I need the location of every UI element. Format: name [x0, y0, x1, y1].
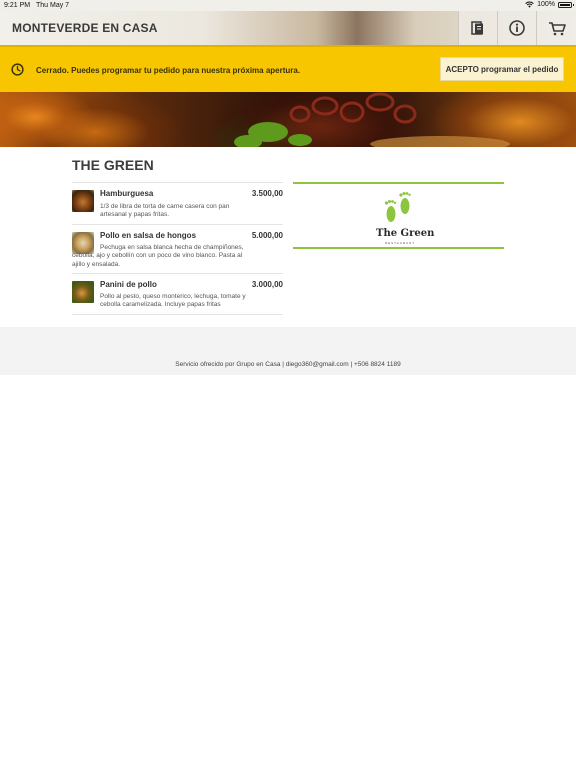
info-icon [509, 20, 525, 36]
app-title: MONTEVERDE EN CASA [12, 21, 158, 35]
menu-item-panini-pollo[interactable]: Panini de pollo 3.000,00 Pollo al pesto,… [72, 274, 283, 315]
footer-text: Servicio ofrecido por Grupo en Casa | di… [175, 361, 401, 368]
status-date: Thu May 7 [36, 2, 70, 9]
battery-percent: 100% [537, 1, 555, 8]
logo-text: The Green [376, 228, 435, 239]
menu-item-thumbnail [72, 281, 94, 303]
menu-item-pollo-hongos[interactable]: Pollo en salsa de hongos 5.000,00 Pechug… [72, 225, 283, 274]
battery-icon [558, 1, 574, 8]
restaurant-title: THE GREEN [72, 157, 154, 173]
closed-notice-bar: Cerrado. Puedes programar tu pedido para… [0, 45, 576, 92]
cart-button[interactable] [536, 11, 576, 45]
status-time: 9:21 PM [4, 2, 31, 9]
restaurant-logo-card: The Green RESTAURANT [293, 182, 504, 249]
menu-item-description: Pechuga en salsa blanca hecha de champiñ… [72, 244, 244, 268]
cart-icon [548, 21, 566, 35]
menu-item-name: Hamburguesa [100, 189, 154, 198]
wifi-icon [525, 1, 534, 8]
menu-item-price: 3.500,00 [251, 189, 283, 198]
logo-subtext: RESTAURANT [385, 241, 416, 245]
menu-book-icon [471, 20, 483, 35]
menu-item-description: Pollo al pesto, queso monterico, lechuga… [100, 293, 246, 309]
menu-list: Hamburguesa 3.500,00 1/3 de libra de tor… [72, 182, 283, 315]
menu-item-description: 1/3 de libra de torta de carne casera co… [100, 203, 230, 219]
menu-item-price: 5.000,00 [251, 231, 283, 240]
menu-item-name: Pollo en salsa de hongos [100, 231, 197, 240]
menu-item-price: 3.000,00 [251, 280, 283, 289]
page-footer: Servicio ofrecido por Grupo en Casa | di… [0, 327, 576, 375]
menu-item-hamburguesa[interactable]: Hamburguesa 3.500,00 1/3 de libra de tor… [72, 183, 283, 225]
status-right: 100% [525, 1, 574, 8]
menu-item-thumbnail [72, 190, 94, 212]
burger-banner-art [234, 92, 510, 147]
info-button[interactable] [497, 11, 536, 45]
accept-schedule-button[interactable]: ACEPTO programar el pedido [440, 57, 564, 81]
food-banner-image [0, 92, 576, 147]
closed-message: Cerrado. Puedes programar tu pedido para… [36, 66, 301, 75]
menu-book-button[interactable] [458, 11, 497, 45]
clock-icon [11, 63, 24, 76]
status-bar: 9:21 PM Thu May 7 100% [0, 0, 576, 11]
menu-item-name: Panini de pollo [100, 280, 157, 289]
app-header: MONTEVERDE EN CASA [0, 11, 576, 45]
